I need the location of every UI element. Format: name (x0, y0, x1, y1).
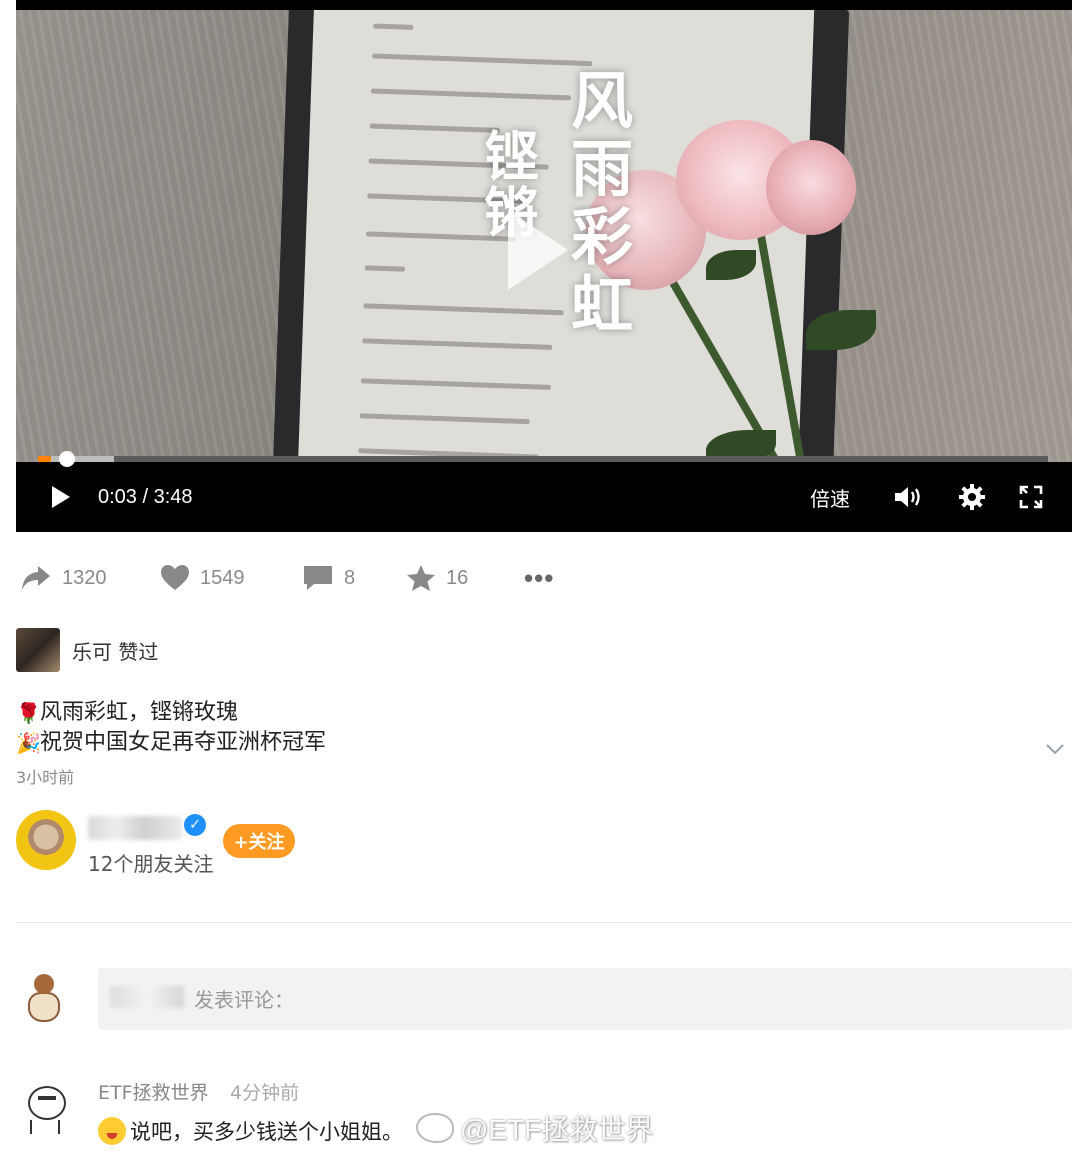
commenter-avatar[interactable] (16, 1076, 72, 1136)
fullscreen-button[interactable] (1016, 470, 1046, 524)
party-emoji-icon: 🎉 (16, 731, 41, 755)
like-count: 1549 (200, 566, 245, 589)
avatar-face (28, 1086, 66, 1120)
comment-icon (302, 564, 334, 592)
progress-knob[interactable] (59, 451, 76, 467)
post-line-1: 风雨彩虹，铿锵玫瑰 (40, 700, 239, 725)
watermark: @ETF拯救世界 (416, 1108, 653, 1148)
favorite-count: 16 (446, 566, 469, 589)
comment-count: 8 (344, 566, 356, 589)
progress-bar[interactable] (38, 451, 1048, 467)
rose-emoji-icon: 🌹 (16, 701, 41, 725)
video-player[interactable]: 风雨彩虹 铿锵 0:03 / 3:48 倍速 (16, 0, 1072, 532)
post-line-2: 祝贺中国女足再夺亚洲杯冠军 (40, 730, 327, 755)
gear-icon (959, 484, 985, 510)
my-avatar[interactable] (20, 970, 68, 1026)
divider (16, 922, 1072, 923)
like-button[interactable]: 1549 (160, 558, 245, 598)
author-card: ✓ 12个朋友关注 +关注 (16, 810, 616, 876)
comment-input[interactable]: 发表评论： (98, 968, 1072, 1030)
liked-by: 乐可 赞过 (16, 628, 158, 672)
fullscreen-icon (1019, 485, 1043, 509)
big-play-icon[interactable] (508, 210, 568, 290)
video-frame[interactable]: 风雨彩虹 铿锵 (16, 10, 1072, 462)
liked-by-text[interactable]: 乐可 赞过 (72, 636, 158, 665)
weibo-logo-icon (416, 1113, 454, 1143)
repost-button[interactable]: 1320 (20, 558, 107, 598)
laughing-emoji-icon (98, 1117, 126, 1145)
action-bar: 1320 1549 8 16 ••• (16, 558, 616, 598)
repost-count: 1320 (62, 566, 107, 589)
expand-chevron-icon[interactable] (1046, 736, 1064, 760)
comment-text: 说吧，买多少钱送个小姐姐。 (130, 1120, 403, 1144)
avatar-head (34, 974, 54, 994)
friends-following-text: 12个朋友关注 (88, 852, 214, 876)
volume-icon (895, 487, 920, 507)
post-line: 🎉 祝贺中国女足再夺亚洲杯冠军 (16, 728, 1056, 758)
watermark-text: @ETF拯救世界 (460, 1114, 654, 1145)
heart-icon (160, 564, 190, 592)
avatar-body (28, 992, 60, 1022)
play-button[interactable] (46, 470, 76, 524)
avatar-eyes (38, 1096, 56, 1100)
verified-badge-icon: ✓ (184, 814, 206, 836)
comment-placeholder: 发表评论： (194, 988, 294, 1012)
post-text: 🌹 风雨彩虹，铿锵玫瑰 🎉 祝贺中国女足再夺亚洲杯冠军 (16, 698, 1056, 758)
favorite-button[interactable]: 16 (406, 558, 468, 598)
volume-button[interactable] (892, 470, 924, 524)
share-icon (20, 564, 52, 592)
comment-time: 4分钟前 (230, 1082, 300, 1104)
author-name-blurred[interactable] (88, 816, 182, 840)
comment-button[interactable]: 8 (302, 558, 355, 598)
avatar-legs (30, 1120, 60, 1134)
video-overlay-title: 风雨彩虹 (560, 68, 633, 340)
follow-button[interactable]: +关注 (223, 824, 295, 858)
comment-text-row: 说吧，买多少钱送个小姐姐。 (98, 1116, 403, 1146)
play-icon (52, 486, 70, 508)
avatar[interactable] (16, 628, 60, 672)
post-line: 🌹 风雨彩虹，铿锵玫瑰 (16, 698, 1056, 728)
more-button[interactable]: ••• (524, 558, 554, 598)
speed-button[interactable]: 倍速 (810, 470, 850, 524)
player-controls: 0:03 / 3:48 倍速 (16, 470, 1072, 524)
commenter-name[interactable]: ETF拯救世界 (98, 1078, 209, 1105)
pink-rose (766, 140, 856, 235)
author-avatar[interactable] (16, 810, 76, 870)
my-name-blurred (110, 986, 184, 1008)
post-timestamp: 3小时前 (16, 768, 75, 787)
time-display: 0:03 / 3:48 (98, 485, 193, 508)
more-icon: ••• (524, 562, 555, 593)
star-icon (406, 564, 436, 592)
played-bar (38, 456, 52, 462)
settings-button[interactable] (956, 470, 988, 524)
